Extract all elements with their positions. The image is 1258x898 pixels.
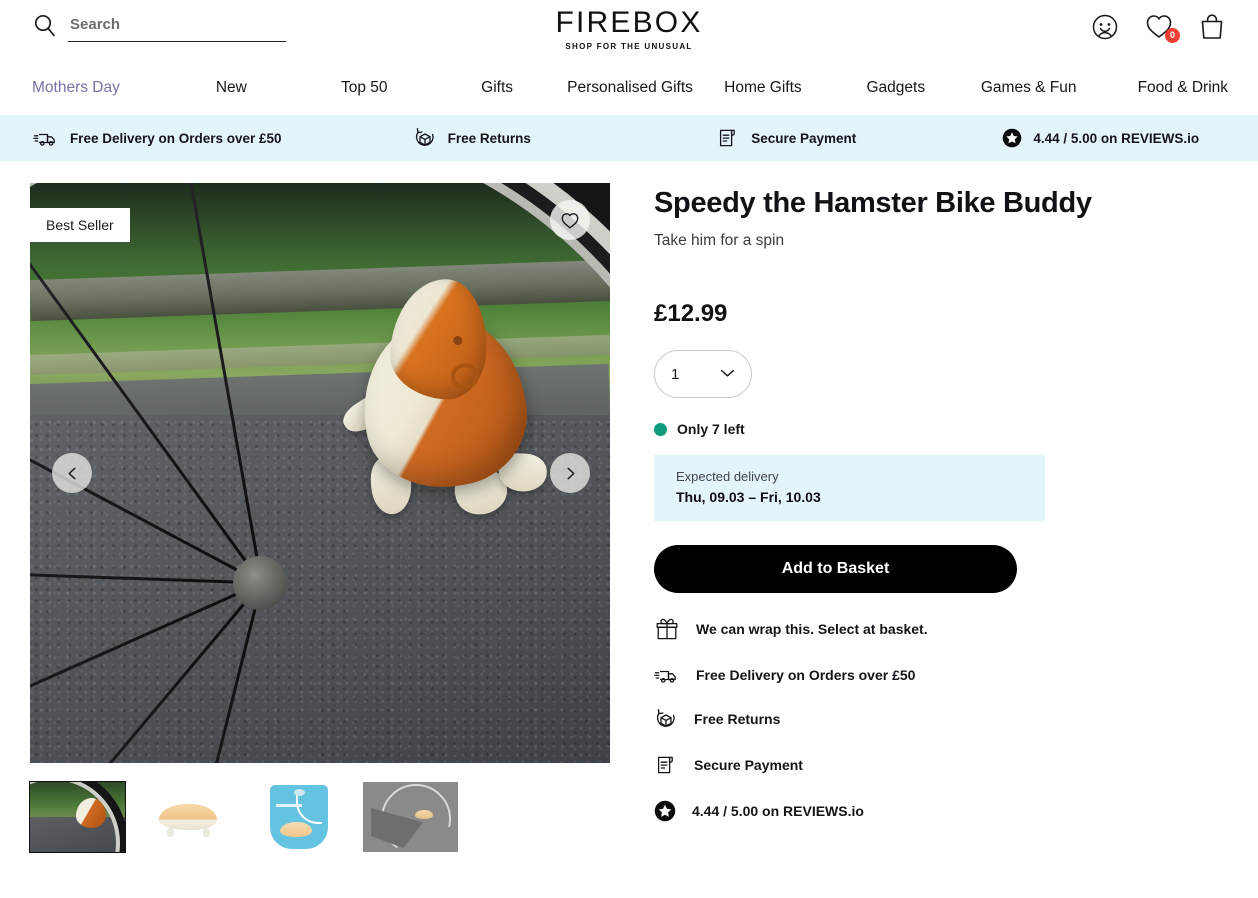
feature-label: We can wrap this. Select at basket.	[696, 621, 928, 638]
nav-item-mothers-day[interactable]: Mothers Day	[28, 79, 165, 97]
thumbnail-packaging[interactable]	[252, 782, 347, 852]
thumbnail-product-white[interactable]	[141, 782, 236, 852]
return-box-icon	[413, 127, 437, 149]
site-header: FIREBOX SHOP FOR THE UNUSUAL 0	[0, 0, 1258, 60]
star-badge-icon	[654, 800, 676, 822]
stock-indicator-dot	[654, 422, 667, 436]
header-icon-group: 0	[1090, 12, 1228, 44]
feature-label: Free Delivery on Orders over £50	[696, 667, 916, 684]
usp-label: Free Returns	[447, 130, 531, 146]
chevron-right-icon[interactable]	[550, 453, 590, 493]
site-logo[interactable]: FIREBOX SHOP FOR THE UNUSUAL	[555, 8, 702, 51]
product-page-main: 00 7 2 2 9 - 3 2 (6 BAR 600kpa) PSI	[0, 161, 1258, 853]
wishlist-count-badge: 0	[1165, 28, 1180, 43]
search-area	[32, 12, 286, 42]
quantity-stepper[interactable]: 1	[654, 350, 752, 399]
wishlist-heart-icon[interactable]	[550, 200, 590, 240]
usp-free-returns: Free Returns	[315, 127, 630, 149]
account-icon[interactable]	[1090, 12, 1120, 44]
usp-secure-payment: Secure Payment	[629, 126, 944, 150]
feature-free-returns: Free Returns	[654, 708, 1228, 730]
secure-document-icon	[716, 126, 740, 150]
nav-item-gifts[interactable]: Gifts	[431, 79, 564, 97]
secure-document-icon	[654, 753, 678, 777]
usp-label: 4.44 / 5.00 on REVIEWS.io	[1033, 130, 1200, 146]
search-input[interactable]	[68, 16, 286, 42]
star-badge-icon	[1002, 128, 1022, 148]
shopping-bag-icon[interactable]	[1198, 12, 1228, 44]
product-price: £12.99	[654, 300, 728, 328]
nav-item-new[interactable]: New	[165, 79, 298, 97]
product-photo-bike-wheel: 00 7 2 2 9 - 3 2 (6 BAR 600kpa) PSI	[30, 183, 610, 763]
stock-label: Only 7 left	[677, 421, 745, 438]
nav-item-food-drink[interactable]: Food & Drink	[1095, 79, 1230, 97]
logo-wordmark: FIREBOX	[555, 6, 703, 39]
usp-label: Secure Payment	[751, 130, 857, 146]
search-icon[interactable]	[32, 12, 58, 42]
nav-item-games-fun[interactable]: Games & Fun	[962, 79, 1095, 97]
logo-tagline: SHOP FOR THE UNUSUAL	[565, 42, 693, 51]
nav-item-gadgets[interactable]: Gadgets	[829, 79, 962, 97]
add-to-basket-button[interactable]: Add to Basket	[654, 545, 1017, 594]
nav-item-top-50[interactable]: Top 50	[298, 79, 431, 97]
feature-label: Secure Payment	[694, 757, 803, 774]
delivery-truck-icon	[33, 128, 59, 148]
hero-image[interactable]: 00 7 2 2 9 - 3 2 (6 BAR 600kpa) PSI	[30, 183, 610, 763]
nav-item-home-gifts[interactable]: Home Gifts	[696, 79, 829, 97]
thumbnail-bike-wheel[interactable]	[29, 781, 126, 853]
feature-gift-wrap: We can wrap this. Select at basket.	[654, 616, 1228, 642]
best-seller-badge: Best Seller	[30, 208, 130, 242]
feature-free-delivery: Free Delivery on Orders over £50	[654, 665, 1228, 685]
quantity-value: 1	[671, 365, 680, 383]
delivery-dates: Thu, 09.03 – Fri, 10.03	[676, 489, 821, 506]
wishlist-heart-icon[interactable]: 0	[1144, 12, 1180, 44]
feature-label: Free Returns	[694, 711, 781, 728]
feature-secure-payment: Secure Payment	[654, 753, 1228, 777]
thumbnail-lifestyle[interactable]	[363, 782, 458, 852]
expected-delivery-box: Expected delivery Thu, 09.03 – Fri, 10.0…	[654, 455, 1045, 522]
chevron-left-icon[interactable]	[52, 453, 92, 493]
feature-reviews-rating: 4.44 / 5.00 on REVIEWS.io	[654, 800, 1228, 822]
stock-status: Only 7 left	[654, 421, 1228, 437]
usp-reviews-rating: 4.44 / 5.00 on REVIEWS.io	[944, 128, 1258, 148]
delivery-truck-icon	[654, 665, 680, 685]
usp-label: Free Delivery on Orders over £50	[69, 130, 282, 146]
product-gallery: 00 7 2 2 9 - 3 2 (6 BAR 600kpa) PSI	[29, 183, 610, 853]
product-title: Speedy the Hamster Bike Buddy	[654, 187, 1092, 219]
nav-item-personalised-gifts[interactable]: Personalised Gifts	[564, 79, 697, 97]
feature-label: 4.44 / 5.00 on REVIEWS.io	[692, 803, 864, 820]
delivery-label: Expected delivery	[676, 469, 779, 485]
product-subtitle: Take him for a spin	[654, 232, 785, 250]
product-info-panel: Speedy the Hamster Bike Buddy Take him f…	[654, 183, 1228, 852]
hamster-toy-graphic	[327, 265, 562, 554]
usp-benefits-bar: Free Delivery on Orders over £50 Free Re…	[0, 115, 1258, 161]
main-navigation: Mothers Day New Top 50 Gifts Personalise…	[0, 60, 1258, 115]
return-box-icon	[654, 708, 678, 730]
thumbnail-strip	[29, 781, 610, 853]
chevron-down-icon	[720, 365, 735, 383]
gift-wrap-icon	[654, 616, 680, 642]
usp-free-delivery: Free Delivery on Orders over £50	[0, 128, 315, 148]
